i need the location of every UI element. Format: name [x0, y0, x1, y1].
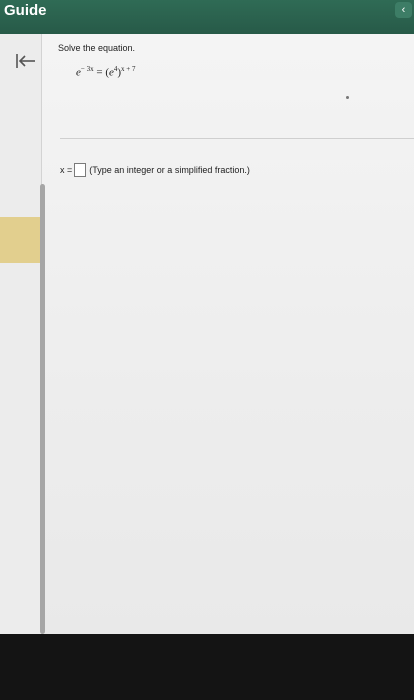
question-instruction: Solve the equation.: [58, 43, 136, 53]
equation-equals: =: [96, 66, 103, 79]
highlight-band: [0, 217, 40, 263]
answer-variable-label: x =: [60, 165, 73, 175]
bottom-band: [0, 634, 414, 700]
scrollbar[interactable]: [40, 184, 45, 634]
question-page: Solve the equation. e− 3x = (e4)x + 7 x …: [0, 34, 414, 634]
guide-title: Guide: [4, 2, 47, 19]
section-divider: [60, 138, 414, 139]
answer-hint: (Type an integer or a simplified fractio…: [89, 165, 250, 175]
answer-row: x = (Type an integer or a simplified fra…: [60, 163, 250, 177]
left-rail: [0, 34, 42, 634]
screen: Guide ‹ Solve the equation. e− 3x = (e4)…: [0, 0, 414, 700]
answer-input[interactable]: [74, 163, 87, 177]
guide-header: Guide ‹: [0, 0, 414, 34]
equation: e− 3x = (e4)x + 7: [76, 65, 136, 79]
equation-lhs-exponent: − 3x: [80, 65, 94, 73]
equation-rhs-outer-exponent: x + 7: [121, 65, 136, 73]
collapse-left-arrow-icon[interactable]: [14, 50, 38, 72]
stray-mark: [346, 96, 349, 99]
chevron-left-icon[interactable]: ‹: [395, 2, 412, 18]
question-content: Solve the equation. e− 3x = (e4)x + 7: [58, 43, 414, 79]
